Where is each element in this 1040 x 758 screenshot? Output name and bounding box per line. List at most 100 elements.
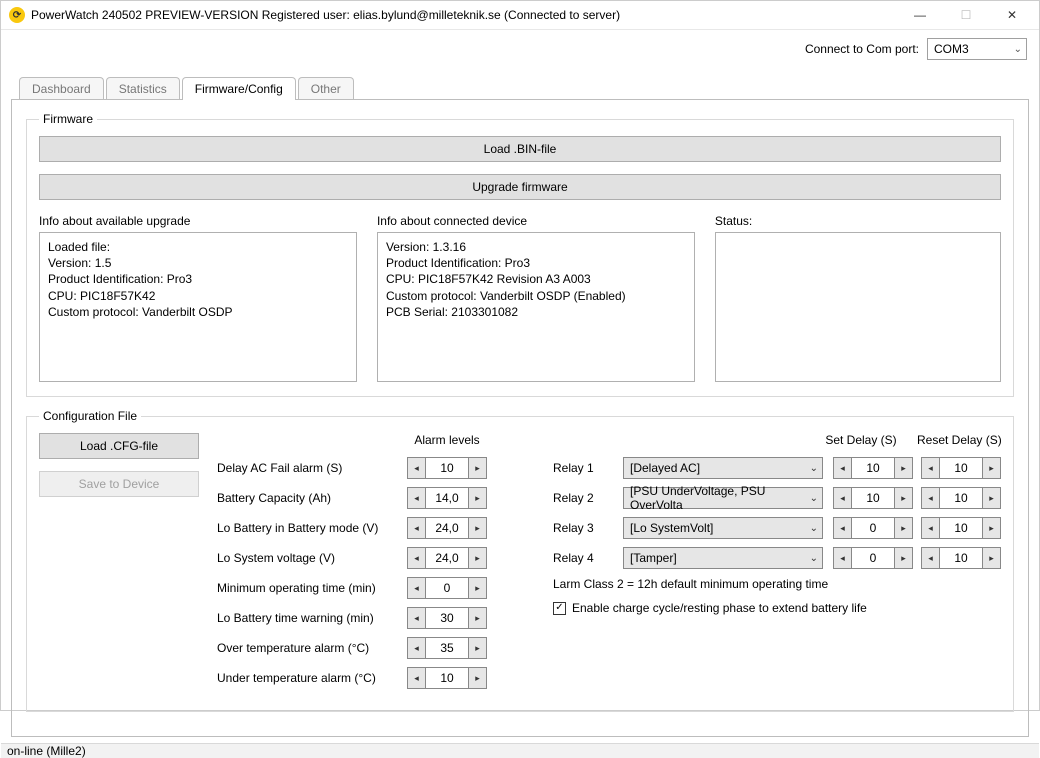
minimize-button[interactable]: — (897, 1, 943, 29)
set-delay-header: Set Delay (S) (821, 433, 901, 447)
spinner-increment-icon[interactable]: ▸ (894, 548, 912, 568)
relay-label: Relay 4 (553, 551, 623, 565)
spinner-increment-icon[interactable]: ▸ (468, 638, 486, 658)
param-row: Delay AC Fail alarm (S) ◂ 10 ▸ (217, 453, 535, 483)
spinner-increment-icon[interactable]: ▸ (982, 518, 1000, 538)
spinner-increment-icon[interactable]: ▸ (468, 458, 486, 478)
com-port-select[interactable]: COM3 ⌄ (927, 38, 1027, 60)
reset-delay-spinner-3[interactable]: ◂ 10 ▸ (921, 517, 1001, 539)
spinner-decrement-icon[interactable]: ◂ (922, 518, 940, 538)
window-controls: — ☐ ✕ (897, 1, 1035, 29)
tab-statistics[interactable]: Statistics (106, 77, 180, 100)
param-spinner-7[interactable]: ◂ 10 ▸ (407, 667, 487, 689)
set-delay-spinner-3[interactable]: ◂ 0 ▸ (833, 517, 913, 539)
relay-option: [Tamper] (630, 551, 677, 565)
spinner-decrement-icon[interactable]: ◂ (922, 488, 940, 508)
spinner-decrement-icon[interactable]: ◂ (408, 638, 426, 658)
larm-note: Larm Class 2 = 12h default minimum opera… (553, 573, 1001, 597)
com-port-value: COM3 (934, 42, 969, 56)
maximize-button[interactable]: ☐ (943, 1, 989, 29)
param-spinner-0[interactable]: ◂ 10 ▸ (407, 457, 487, 479)
available-upgrade-panel: Loaded file: Version: 1.5 Product Identi… (39, 232, 357, 382)
relay-select-1[interactable]: [Delayed AC] ⌄ (623, 457, 823, 479)
config-buttons: Load .CFG-file Save to Device (39, 433, 199, 497)
spinner-decrement-icon[interactable]: ◂ (408, 668, 426, 688)
spinner-decrement-icon[interactable]: ◂ (834, 548, 852, 568)
alarm-levels-column: Alarm levels Delay AC Fail alarm (S) ◂ 1… (217, 433, 535, 693)
spinner-decrement-icon[interactable]: ◂ (408, 578, 426, 598)
spinner-increment-icon[interactable]: ▸ (982, 488, 1000, 508)
app-window: ⟳ PowerWatch 240502 PREVIEW-VERSION Regi… (0, 0, 1040, 711)
spinner-increment-icon[interactable]: ▸ (468, 518, 486, 538)
set-delay-spinner-2[interactable]: ◂ 10 ▸ (833, 487, 913, 509)
relay-label: Relay 2 (553, 491, 623, 505)
delay-headers: Set Delay (S) Reset Delay (S) (553, 433, 1001, 447)
spinner-increment-icon[interactable]: ▸ (894, 518, 912, 538)
spinner-increment-icon[interactable]: ▸ (468, 668, 486, 688)
param-spinner-2[interactable]: ◂ 24,0 ▸ (407, 517, 487, 539)
param-spinner-4[interactable]: ◂ 0 ▸ (407, 577, 487, 599)
param-spinner-3[interactable]: ◂ 24,0 ▸ (407, 547, 487, 569)
relay-label: Relay 3 (553, 521, 623, 535)
reset-delay-spinner-4[interactable]: ◂ 10 ▸ (921, 547, 1001, 569)
spinner-decrement-icon[interactable]: ◂ (922, 548, 940, 568)
spinner-decrement-icon[interactable]: ◂ (408, 458, 426, 478)
spinner-increment-icon[interactable]: ▸ (982, 458, 1000, 478)
relay-row: Relay 2 [PSU UnderVoltage, PSU OverVolta… (553, 483, 1001, 513)
load-bin-button[interactable]: Load .BIN-file (39, 136, 1001, 162)
spinner-decrement-icon[interactable]: ◂ (408, 518, 426, 538)
chevron-down-icon: ⌄ (810, 553, 818, 564)
spinner-increment-icon[interactable]: ▸ (894, 458, 912, 478)
checkbox-icon: ✓ (553, 602, 566, 615)
relay-column: Set Delay (S) Reset Delay (S) Relay 1 [D… (553, 433, 1001, 615)
set-delay-spinner-1[interactable]: ◂ 10 ▸ (833, 457, 913, 479)
param-row: Minimum operating time (min) ◂ 0 ▸ (217, 573, 535, 603)
spinner-increment-icon[interactable]: ▸ (468, 488, 486, 508)
set-delay-spinner-4[interactable]: ◂ 0 ▸ (833, 547, 913, 569)
spinner-increment-icon[interactable]: ▸ (468, 608, 486, 628)
spinner-decrement-icon[interactable]: ◂ (922, 458, 940, 478)
spinner-value: 35 (426, 638, 468, 658)
spinner-decrement-icon[interactable]: ◂ (834, 518, 852, 538)
close-button[interactable]: ✕ (989, 1, 1035, 29)
spinner-value: 10 (940, 518, 982, 538)
relay-select-3[interactable]: [Lo SystemVolt] ⌄ (623, 517, 823, 539)
reset-delay-spinner-2[interactable]: ◂ 10 ▸ (921, 487, 1001, 509)
param-spinner-5[interactable]: ◂ 30 ▸ (407, 607, 487, 629)
param-row: Lo Battery in Battery mode (V) ◂ 24,0 ▸ (217, 513, 535, 543)
upgrade-firmware-button[interactable]: Upgrade firmware (39, 174, 1001, 200)
spinner-value: 24,0 (426, 518, 468, 538)
spinner-increment-icon[interactable]: ▸ (894, 488, 912, 508)
tab-dashboard[interactable]: Dashboard (19, 77, 104, 100)
spinner-value: 10 (852, 458, 894, 478)
tab-other[interactable]: Other (298, 77, 354, 100)
spinner-increment-icon[interactable]: ▸ (468, 578, 486, 598)
load-cfg-button[interactable]: Load .CFG-file (39, 433, 199, 459)
spinner-decrement-icon[interactable]: ◂ (408, 608, 426, 628)
available-upgrade-column: Info about available upgrade Loaded file… (39, 214, 357, 382)
charge-cycle-checkbox[interactable]: ✓ Enable charge cycle/resting phase to e… (553, 601, 1001, 615)
relay-select-2[interactable]: [PSU UnderVoltage, PSU OverVolta ⌄ (623, 487, 823, 509)
connect-label: Connect to Com port: (805, 42, 919, 56)
param-spinner-6[interactable]: ◂ 35 ▸ (407, 637, 487, 659)
spinner-increment-icon[interactable]: ▸ (468, 548, 486, 568)
spinner-value: 24,0 (426, 548, 468, 568)
spinner-decrement-icon[interactable]: ◂ (834, 458, 852, 478)
spinner-decrement-icon[interactable]: ◂ (408, 488, 426, 508)
tab-firmware-config[interactable]: Firmware/Config (182, 77, 296, 100)
param-label: Lo System voltage (V) (217, 551, 407, 565)
status-column: Status: (715, 214, 1001, 382)
spinner-value: 14,0 (426, 488, 468, 508)
status-label: Status: (715, 214, 1001, 228)
param-spinner-1[interactable]: ◂ 14,0 ▸ (407, 487, 487, 509)
spinner-decrement-icon[interactable]: ◂ (408, 548, 426, 568)
spinner-increment-icon[interactable]: ▸ (982, 548, 1000, 568)
relay-select-4[interactable]: [Tamper] ⌄ (623, 547, 823, 569)
reset-delay-spinner-1[interactable]: ◂ 10 ▸ (921, 457, 1001, 479)
param-row: Lo System voltage (V) ◂ 24,0 ▸ (217, 543, 535, 573)
spinner-decrement-icon[interactable]: ◂ (834, 488, 852, 508)
connected-device-label: Info about connected device (377, 214, 695, 228)
spinner-value: 0 (852, 518, 894, 538)
save-to-device-button[interactable]: Save to Device (39, 471, 199, 497)
firmware-legend: Firmware (39, 112, 97, 126)
